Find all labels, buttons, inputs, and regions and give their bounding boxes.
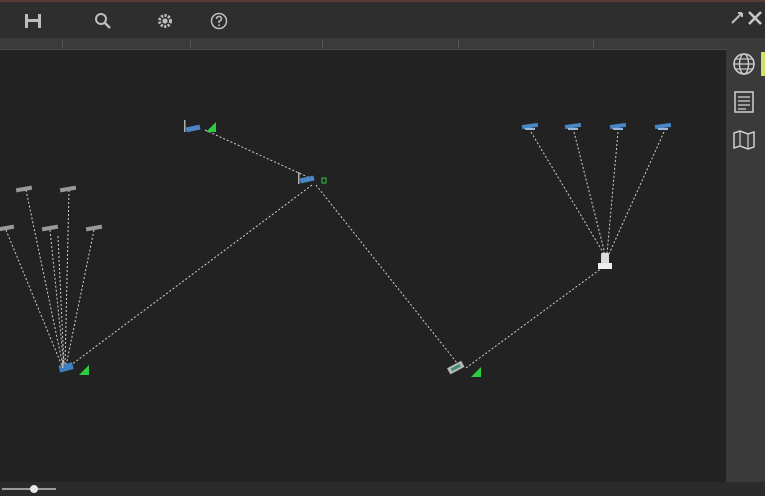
link (57, 235, 65, 367)
link (606, 131, 619, 255)
access-point-center[interactable] (298, 172, 327, 184)
client-left-1[interactable] (15, 185, 33, 193)
client-left-3[interactable] (0, 224, 15, 232)
access-point-top[interactable] (184, 120, 216, 133)
client-right-3[interactable] (609, 122, 627, 130)
help-icon (210, 12, 228, 30)
client-right-2[interactable] (564, 122, 582, 130)
link (25, 189, 64, 367)
toolbar (0, 0, 765, 38)
gear-icon (158, 14, 172, 28)
side-panel (726, 38, 765, 482)
link (49, 229, 65, 367)
topology-canvas[interactable] (0, 50, 726, 482)
client-left-2[interactable] (59, 185, 77, 193)
column-divider (593, 39, 594, 48)
signal-strength-icon (79, 365, 89, 375)
search-button[interactable] (94, 11, 115, 31)
client-right-4[interactable] (654, 122, 672, 130)
links (5, 129, 665, 369)
signal-strength-icon (206, 122, 216, 132)
column-divider (458, 39, 459, 48)
access-point-left[interactable] (58, 360, 89, 375)
link (573, 131, 606, 255)
column-divider (62, 39, 63, 48)
settings-button[interactable] (156, 11, 177, 31)
link (64, 189, 70, 367)
column-divider (322, 39, 323, 48)
zoom-slider-track[interactable] (2, 488, 56, 490)
save-button[interactable] (24, 11, 45, 31)
pin-icon[interactable] (729, 10, 745, 26)
client-right-1[interactable] (521, 122, 539, 130)
map-icon[interactable] (732, 128, 756, 152)
zoom-slider-handle[interactable] (30, 485, 39, 493)
router-right[interactable] (447, 360, 481, 377)
help-button[interactable] (210, 11, 231, 31)
window-controls (729, 10, 763, 26)
signal-strength-icon (471, 367, 481, 377)
save-icon (25, 14, 41, 28)
link (65, 229, 95, 367)
column-divider (190, 39, 191, 48)
search-icon (95, 13, 111, 29)
signal-strength-icon (321, 177, 327, 184)
active-indicator (761, 52, 765, 76)
link (5, 229, 63, 367)
list-icon[interactable] (732, 90, 756, 114)
link (66, 184, 313, 369)
globe-icon[interactable] (732, 52, 756, 76)
link (315, 184, 462, 369)
topology-map (0, 120, 672, 377)
status-bar (0, 482, 765, 496)
link (608, 131, 665, 255)
link (530, 131, 605, 255)
close-icon[interactable] (747, 10, 763, 26)
link (465, 264, 607, 369)
hub-right[interactable] (598, 253, 612, 269)
column-header-bar (0, 38, 726, 50)
link (204, 129, 313, 180)
